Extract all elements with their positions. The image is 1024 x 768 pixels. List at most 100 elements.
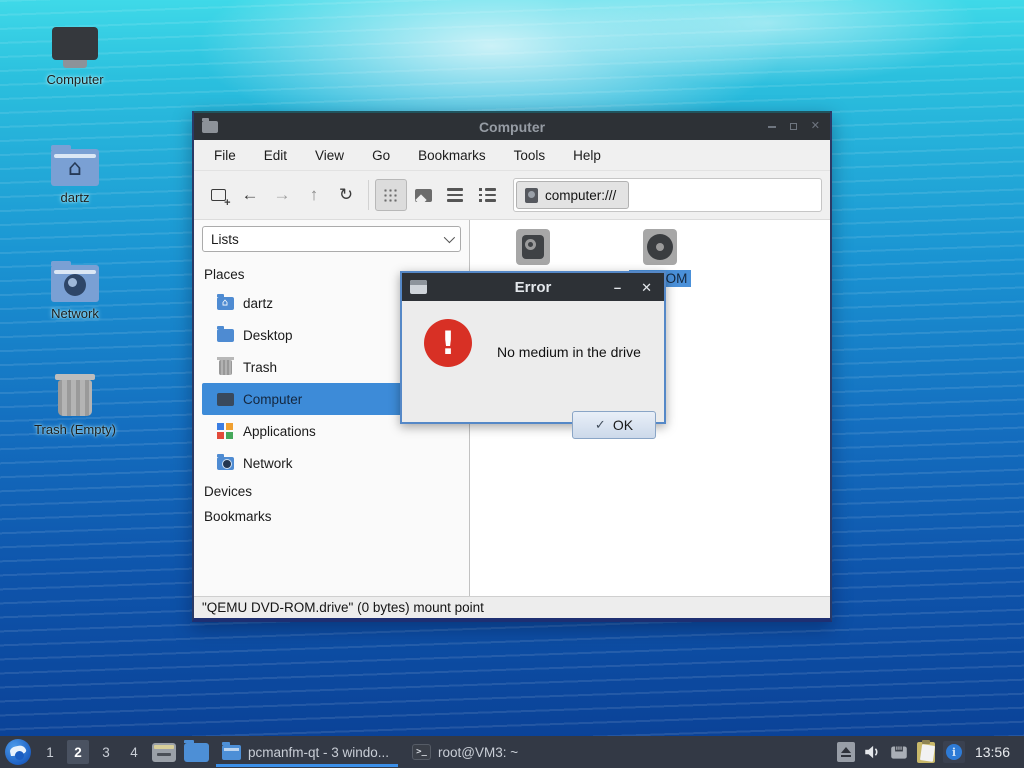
task-label: pcmanfm-qt - 3 windo... (248, 744, 390, 760)
sidebar-item-label: Applications (243, 423, 316, 439)
thumbnail-view-icon (414, 188, 432, 202)
compact-view-icon (447, 188, 463, 202)
up-arrow-icon: ↑ (309, 185, 319, 204)
toolbar-separator (368, 180, 369, 210)
menu-tools[interactable]: Tools (500, 142, 560, 169)
sidebar-item-network[interactable]: Network (202, 447, 461, 479)
optical-drive-icon (643, 229, 677, 265)
sidebar-mode-select[interactable]: Lists (202, 226, 461, 252)
desktop-icon-label: Network (51, 306, 99, 321)
minimize-icon[interactable] (767, 125, 776, 128)
back-arrow-icon: ← (241, 185, 259, 204)
menu-help[interactable]: Help (559, 142, 615, 169)
sidebar-section-devices[interactable]: Devices (202, 479, 461, 504)
path-segment-computer[interactable]: computer:/// (516, 181, 630, 209)
computer-icon (20, 18, 130, 68)
folder-icon (222, 741, 241, 760)
sidebar-item-label: Computer (243, 391, 303, 407)
quicklaunch-filemanager-button[interactable] (181, 739, 211, 765)
sidebar-item-label: Desktop (243, 327, 293, 343)
sidebar-mode-value: Lists (211, 231, 239, 247)
detailed-list-icon (478, 188, 496, 203)
icon-view-button[interactable] (375, 179, 407, 211)
harddisk-icon (516, 229, 550, 265)
drive-icon (525, 187, 538, 203)
error-dialog: Error – ✕ ! No medium in the drive ✓ OK (400, 271, 666, 439)
file-item-harddisk[interactable] (498, 229, 568, 265)
workspace-2[interactable]: 2 (67, 740, 89, 764)
dialog-titlebar[interactable]: Error – ✕ (402, 273, 664, 301)
maximize-icon[interactable] (789, 123, 797, 130)
task-button-pcmanfm[interactable]: pcmanfm-qt - 3 windo... (212, 736, 402, 768)
update-notifier-icon[interactable]: i (942, 741, 965, 763)
quicklaunch-archive-button[interactable] (149, 739, 179, 765)
system-tray: i 13:56 (836, 739, 1024, 763)
up-button[interactable]: ↑ (298, 179, 330, 211)
archive-icon (152, 742, 176, 762)
compact-view-button[interactable] (439, 179, 471, 211)
close-icon[interactable]: ✕ (811, 121, 820, 132)
computer-icon (216, 392, 234, 406)
task-label: root@VM3: ~ (438, 744, 519, 760)
folder-icon (183, 739, 209, 762)
menu-bar: File Edit View Go Bookmarks Tools Help (194, 140, 830, 171)
menu-file[interactable]: File (200, 142, 250, 169)
desktop-icon-home-folder[interactable]: ⌂ dartz (20, 136, 130, 205)
menu-bookmarks[interactable]: Bookmarks (404, 142, 500, 169)
menu-go[interactable]: Go (358, 142, 404, 169)
new-tab-icon (210, 189, 231, 209)
terminal-icon: >_ (412, 744, 431, 760)
minimize-icon[interactable]: – (614, 281, 621, 294)
desktop-folder-icon (216, 325, 234, 342)
reload-button[interactable]: ↻ (330, 179, 362, 211)
applications-icon (216, 423, 234, 439)
sidebar-section-bookmarks[interactable]: Bookmarks (202, 504, 461, 529)
menu-edit[interactable]: Edit (250, 142, 301, 169)
sidebar-item-label: Trash (243, 359, 278, 375)
forward-arrow-icon: → (273, 185, 291, 204)
home-folder-icon: ⌂ (20, 136, 130, 186)
close-icon[interactable]: ✕ (641, 281, 652, 294)
chevron-down-icon (443, 231, 456, 244)
thumbnail-view-button[interactable] (407, 179, 439, 211)
network-folder-icon (216, 453, 234, 470)
app-menu-icon[interactable] (5, 739, 31, 765)
window-title: Computer (478, 118, 546, 135)
ok-button[interactable]: ✓ OK (572, 411, 656, 439)
sidebar-item-label: dartz (243, 295, 274, 311)
toolbar: ← → ↑ ↻ computer:/// (194, 171, 830, 219)
status-text: "QEMU DVD-ROM.drive" (0 bytes) mount poi… (202, 600, 484, 615)
workspace-4[interactable]: 4 (123, 740, 145, 764)
clipboard-icon[interactable] (916, 739, 935, 763)
dialog-message: No medium in the drive (497, 344, 641, 360)
desktop-icon-trash[interactable]: Trash (Empty) (20, 368, 130, 437)
checkmark-icon: ✓ (594, 417, 606, 432)
path-text: computer:/// (545, 187, 617, 203)
detailed-list-button[interactable] (471, 179, 503, 211)
error-icon: ! (424, 319, 472, 367)
back-button[interactable]: ← (234, 179, 266, 211)
desktop-icon-computer[interactable]: Computer (20, 18, 130, 87)
reload-icon: ↻ (338, 185, 354, 204)
network-folder-icon (20, 252, 130, 302)
trash-icon (216, 356, 234, 375)
task-button-terminal[interactable]: >_ root@VM3: ~ (402, 736, 532, 768)
grid-view-icon (383, 188, 399, 202)
workspace-3[interactable]: 3 (95, 740, 117, 764)
eject-icon[interactable] (836, 742, 855, 762)
ok-button-label: OK (612, 417, 634, 433)
home-folder-icon (216, 293, 234, 310)
path-bar[interactable]: computer:/// (513, 178, 822, 212)
workspace-1[interactable]: 1 (39, 740, 61, 764)
trash-icon (20, 368, 130, 418)
volume-icon[interactable] (863, 743, 881, 761)
sidebar-item-label: Network (243, 455, 293, 471)
forward-button[interactable]: → (266, 179, 298, 211)
desktop-wallpaper: Computer ⌂ dartz Network Trash (Empty) C… (0, 0, 1024, 768)
new-tab-button[interactable] (202, 179, 234, 211)
desktop-icon-network[interactable]: Network (20, 252, 130, 321)
network-icon[interactable] (889, 743, 909, 761)
menu-view[interactable]: View (301, 142, 358, 169)
clock[interactable]: 13:56 (973, 744, 1016, 760)
window-titlebar[interactable]: Computer ✕ (194, 111, 830, 140)
